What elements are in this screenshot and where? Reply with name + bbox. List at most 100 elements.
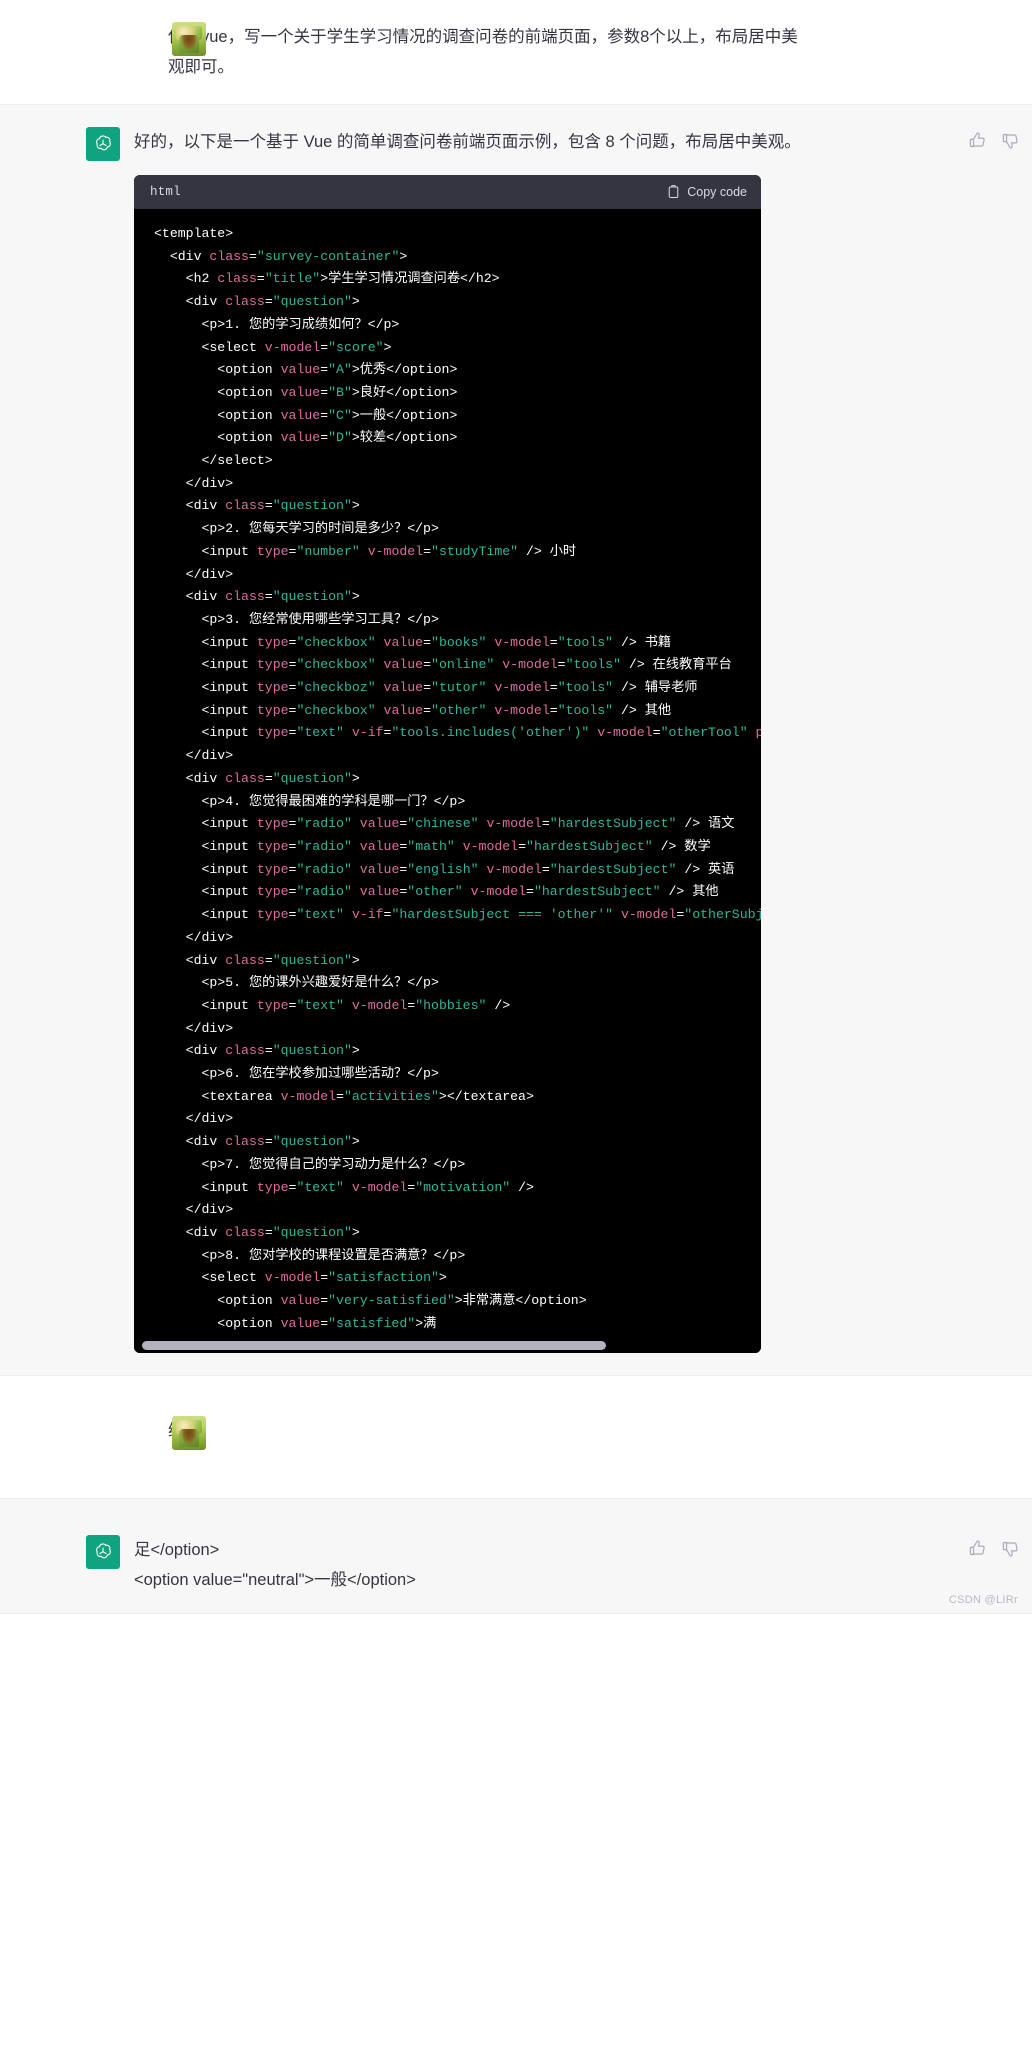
code-token: /> 其他	[613, 702, 672, 718]
code-token: <option	[154, 384, 281, 400]
code-scrollbar-thumb[interactable]	[142, 1341, 607, 1351]
thumbs-up-icon[interactable]	[968, 131, 987, 150]
code-token: /> 其他	[660, 884, 719, 900]
code-token: /> 英语	[676, 861, 735, 877]
code-token: >	[351, 589, 360, 605]
code-token: <input	[154, 816, 257, 832]
code-token: <div	[154, 294, 226, 310]
code-token: <p>6. 您在学校参加过哪些活动？</p>	[154, 1066, 439, 1082]
code-token: value	[383, 657, 424, 673]
code-token: "question"	[272, 294, 352, 310]
thumbs-up-icon[interactable]	[968, 1539, 987, 1558]
code-token: =	[423, 657, 432, 673]
code-block-scroll-area[interactable]: <template> <div class="survey-container"…	[134, 209, 761, 1340]
copy-code-label: Copy code	[687, 185, 747, 199]
code-token: /> 书籍	[613, 634, 672, 650]
code-token: =	[320, 362, 329, 378]
code-token: =	[336, 1088, 344, 1104]
code-token: <input	[154, 543, 257, 559]
code-token: v-model	[470, 884, 527, 900]
copy-code-button[interactable]: Copy code	[667, 185, 747, 199]
code-token: placeholder	[755, 725, 761, 741]
code-token: class	[225, 1224, 265, 1240]
code-token: =	[557, 657, 566, 673]
code-token: "radio"	[296, 884, 352, 900]
code-token: >	[351, 952, 360, 968]
thumbs-down-icon[interactable]	[1001, 131, 1020, 150]
code-token: value	[359, 861, 400, 877]
code-token: </div>	[154, 475, 234, 491]
code-token: v-model	[494, 634, 550, 650]
code-token: />	[486, 997, 511, 1013]
code-token: =	[423, 543, 432, 559]
code-token: type	[256, 884, 289, 900]
code-token: v-model	[351, 1179, 408, 1195]
code-token: <p>5. 您的课外兴趣爱好是什么？</p>	[154, 975, 439, 991]
thumbs-down-icon[interactable]	[1001, 1539, 1020, 1558]
code-token: <template>	[154, 226, 234, 241]
code-token: <div	[154, 248, 210, 264]
code-token: =	[549, 634, 558, 650]
code-token: <input	[154, 657, 257, 673]
code-token: =	[248, 248, 257, 264]
assistant-message-line-2: <option value="neutral">一般</option>	[134, 1571, 416, 1590]
code-token: =	[264, 770, 273, 786]
code-token: >	[351, 1224, 360, 1240]
code-token: <p>2. 您每天学习的时间是多少？</p>	[154, 521, 439, 537]
code-token: =	[320, 1293, 329, 1309]
code-token: =	[549, 680, 558, 696]
code-token: value	[383, 634, 424, 650]
code-token: <p>8. 您对学校的课程设置是否满意？</p>	[154, 1247, 466, 1263]
code-token: "activities"	[343, 1088, 439, 1104]
code-token: </div>	[154, 566, 234, 582]
code-token: <p>1. 您的学习成绩如何？</p>	[154, 316, 400, 332]
code-token: <input	[154, 634, 257, 650]
code-token: /> 小时	[518, 543, 577, 559]
code-token: v-model	[264, 339, 321, 355]
code-token: />	[510, 1179, 534, 1195]
code-token: value	[280, 362, 321, 378]
code-token: </div>	[154, 748, 234, 764]
code-token: <input	[154, 1179, 257, 1195]
code-token: v-model	[486, 861, 542, 877]
code-token: =	[541, 861, 550, 877]
code-horizontal-scrollbar[interactable]	[134, 1339, 761, 1354]
code-token: >	[351, 294, 360, 310]
code-token: type	[256, 702, 289, 718]
code-token: value	[280, 1315, 321, 1331]
code-token: "checkbox"	[296, 657, 376, 673]
user-message-text-1: 使用vue，写一个关于学生学习情况的调查问卷的前端页面，参数8个以上，布局居中美…	[168, 28, 798, 76]
code-scrollbar-track[interactable]	[142, 1341, 753, 1351]
code-token: >	[351, 498, 360, 514]
code-token: "other"	[431, 702, 487, 718]
code-token: class	[225, 498, 265, 514]
user-avatar	[172, 1416, 206, 1451]
code-token: =	[264, 952, 273, 968]
code-token: =	[652, 725, 661, 741]
code-token: value	[383, 702, 424, 718]
code-token: /> 数学	[652, 838, 711, 854]
code-token: "text"	[296, 1179, 344, 1195]
code-token: <option	[154, 1315, 281, 1331]
code-token: v-if	[351, 725, 384, 741]
code-token: <p>7. 您觉得自己的学习动力是什么？</p>	[154, 1156, 466, 1172]
code-token: class	[225, 294, 265, 310]
code-token: "motivation"	[415, 1179, 511, 1195]
code-token: "math"	[407, 838, 455, 854]
code-token: type	[256, 907, 289, 923]
code-token: <input	[154, 725, 257, 741]
code-token: "radio"	[296, 816, 352, 832]
code-token: =	[320, 1270, 329, 1286]
code-token: class	[225, 770, 265, 786]
code-token: "text"	[296, 725, 344, 741]
code-token: "question"	[272, 589, 352, 605]
code-token: >	[351, 1134, 360, 1150]
code-token: <option	[154, 362, 281, 378]
